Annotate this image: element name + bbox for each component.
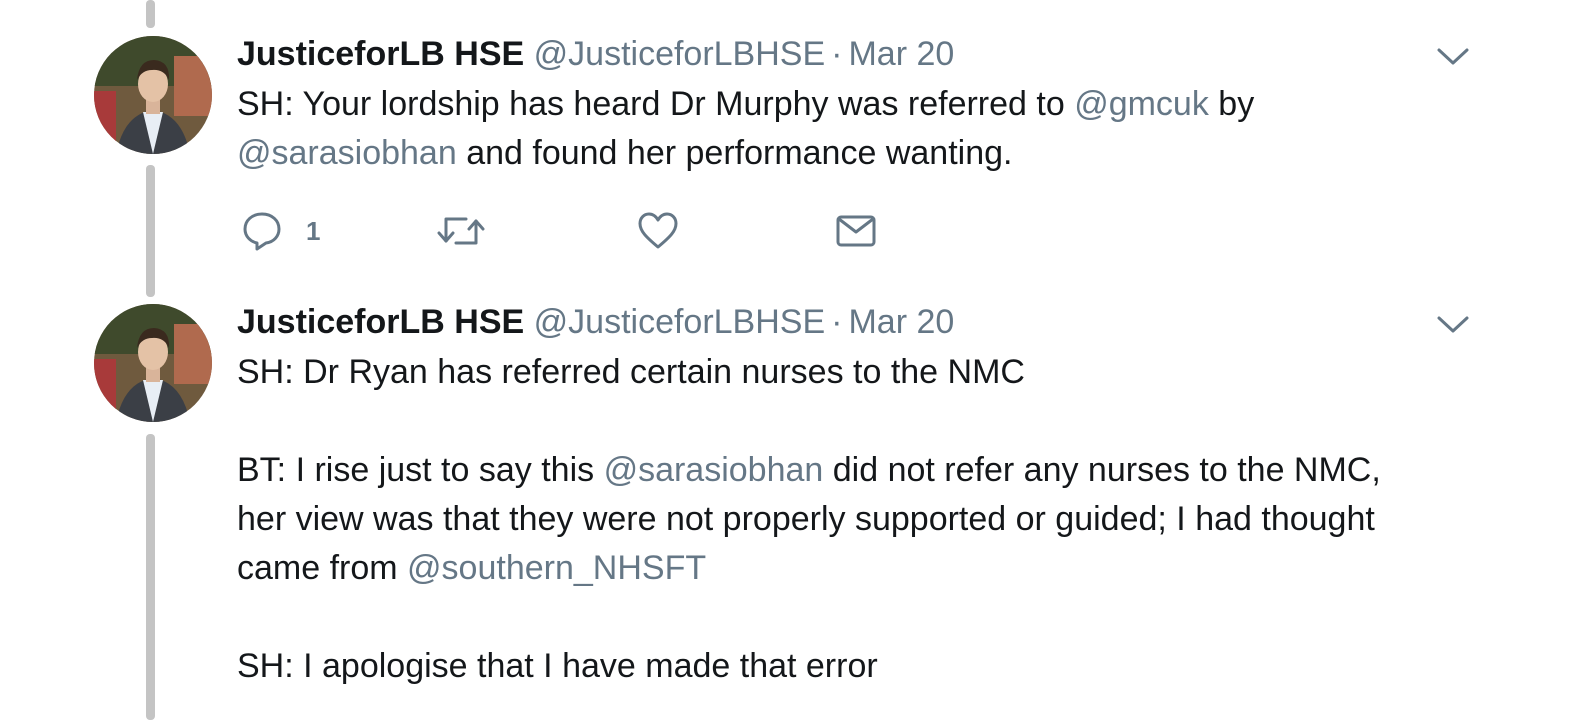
tweet-header: JusticeforLB HSE @JusticeforLBHSE · Mar 20 — [237, 302, 954, 342]
reply-icon — [243, 212, 281, 251]
text-segment: came from — [237, 549, 408, 587]
avatar[interactable] — [94, 304, 212, 422]
mention-link[interactable]: @sarasiobhan — [604, 451, 824, 489]
mention-link[interactable]: @sarasiobhan — [237, 134, 457, 172]
tweet-text-line: SH: Your lordship has heard Dr Murphy wa… — [237, 80, 1477, 129]
tweet-header: JusticeforLB HSE @JusticeforLBHSE · Mar 20 — [237, 34, 954, 74]
message-button[interactable] — [834, 208, 878, 254]
tweet-text-line: SH: Dr Ryan has referred certain nurses … — [237, 353, 1025, 391]
text-segment: by — [1208, 85, 1255, 123]
tweet-text: SH: Your lordship has heard Dr Murphy wa… — [237, 80, 1477, 178]
reply-count: 1 — [306, 215, 321, 246]
retweet-button[interactable] — [436, 208, 486, 254]
message-icon — [836, 215, 876, 247]
thread-line-middle — [146, 165, 155, 297]
chevron-down-icon[interactable] — [1436, 46, 1470, 68]
tweet-text: SH: Dr Ryan has referred certain nurses … — [237, 348, 1477, 691]
thread-line-bottom — [146, 434, 155, 720]
mention-link[interactable]: @gmcuk — [1074, 85, 1209, 123]
avatar[interactable] — [94, 36, 212, 154]
text-segment: and found her performance wanting. — [456, 134, 1013, 172]
timestamp[interactable]: Mar 20 — [848, 35, 954, 73]
text-segment: did not refer any nurses to the NMC, — [823, 451, 1381, 489]
like-icon — [638, 212, 678, 249]
thread-line-top — [146, 0, 155, 28]
text-segment: SH: Your lordship has heard Dr Murphy wa… — [237, 85, 1075, 123]
tweet-text-line: @sarasiobhan and found her performance w… — [237, 129, 1477, 178]
timestamp[interactable]: Mar 20 — [848, 303, 954, 341]
retweet-icon — [437, 217, 485, 245]
tweet-actions: 1 — [240, 208, 940, 258]
tweet-text-line: came from @southern_NHSFT — [237, 544, 1477, 593]
user-handle[interactable]: @JusticeforLBHSE — [534, 35, 826, 73]
separator: · — [831, 303, 843, 341]
chevron-down-icon[interactable] — [1436, 314, 1470, 336]
tweet-text-line: her view was that they were not properly… — [237, 500, 1375, 538]
separator: · — [831, 35, 843, 73]
reply-button[interactable]: 1 — [240, 208, 320, 254]
tweet-text-line: BT: I rise just to say this @sarasiobhan… — [237, 446, 1477, 495]
user-handle[interactable]: @JusticeforLBHSE — [534, 303, 826, 341]
display-name[interactable]: JusticeforLB HSE — [237, 35, 524, 73]
like-button[interactable] — [636, 208, 680, 254]
display-name[interactable]: JusticeforLB HSE — [237, 303, 524, 341]
mention-link[interactable]: @southern_NHSFT — [407, 549, 706, 587]
text-segment: BT: I rise just to say this — [237, 451, 604, 489]
tweet-text-line: SH: I apologise that I have made that er… — [237, 647, 878, 685]
